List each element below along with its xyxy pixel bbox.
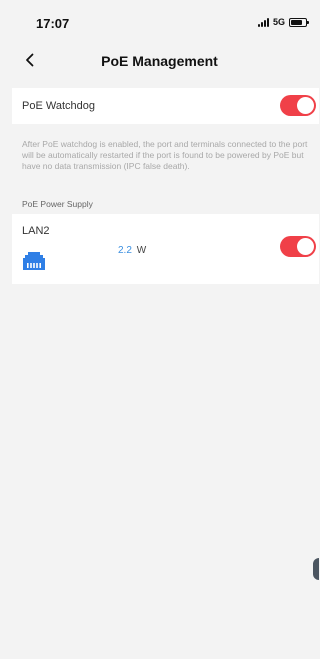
toggle-knob xyxy=(297,97,314,114)
poe-watchdog-description: After PoE watchdog is enabled, the port … xyxy=(22,139,308,171)
poe-power-supply-header: PoE Power Supply xyxy=(22,199,93,209)
poe-watchdog-toggle[interactable] xyxy=(280,95,316,116)
page-title: PoE Management xyxy=(101,53,218,69)
status-bar: 17:07 5G xyxy=(0,0,319,44)
nav-bar: PoE Management xyxy=(0,44,319,76)
lan-port-card: LAN2 xyxy=(12,214,319,284)
poe-watchdog-label: PoE Watchdog xyxy=(22,100,95,112)
status-time: 17:07 xyxy=(36,16,70,31)
poe-watchdog-row: PoE Watchdog xyxy=(12,88,319,124)
lan-port-name: LAN2 xyxy=(22,225,50,237)
poe-management-screen: 17:07 5G PoE Management PoE Watchdog Aft… xyxy=(0,0,319,659)
toggle-knob xyxy=(297,238,314,255)
power-value: 2.2 xyxy=(118,245,132,256)
power-unit: W xyxy=(136,245,147,256)
network-type: 5G xyxy=(272,17,285,27)
power-reading: 2.2 W xyxy=(118,245,146,256)
status-indicators: 5G xyxy=(257,17,309,27)
ethernet-port-icon xyxy=(23,252,45,270)
floating-assistive-button[interactable] xyxy=(313,558,319,580)
battery-icon xyxy=(289,17,309,27)
signal-bars-icon xyxy=(257,17,269,27)
lan-port-power-toggle[interactable] xyxy=(280,236,316,257)
